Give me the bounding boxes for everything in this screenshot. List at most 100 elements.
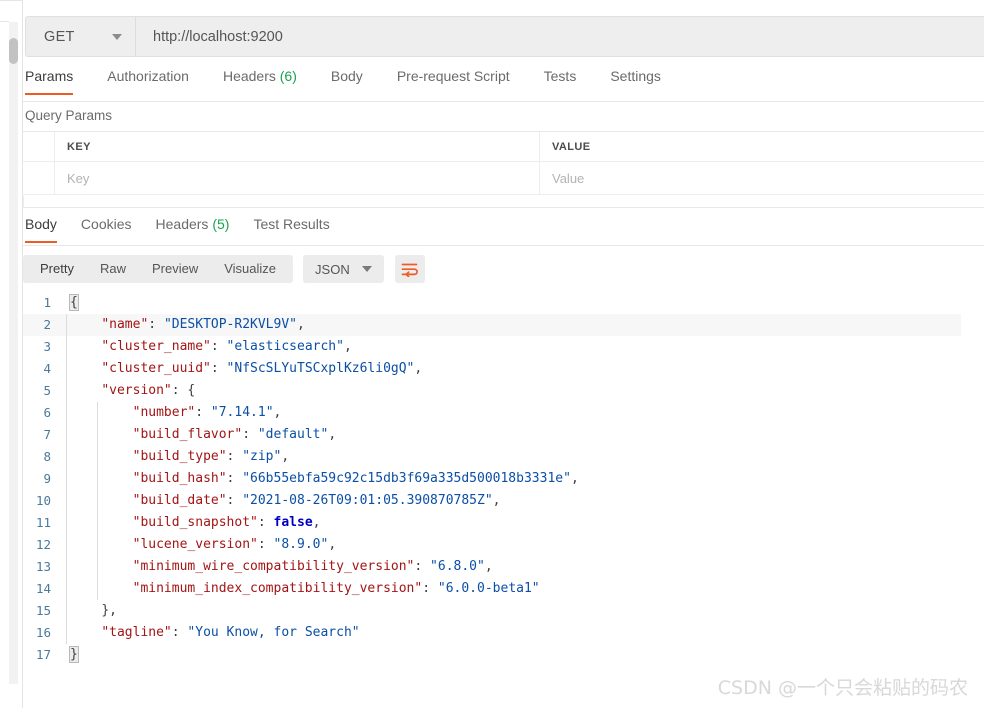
- code-line-text[interactable]: {: [62, 292, 79, 314]
- code-token: :: [422, 581, 438, 596]
- scrollbar-thumb[interactable]: [9, 38, 18, 64]
- code-line: 7 "build_flavor": "default",: [23, 424, 961, 446]
- url-input[interactable]: http://localhost:9200: [136, 17, 984, 56]
- response-tabs-divider: [23, 245, 984, 246]
- fold-guide: [66, 622, 67, 644]
- tab-test-results[interactable]: Test Results: [253, 216, 329, 243]
- fold-guide: [97, 490, 98, 512]
- code-token: "build_snapshot": [132, 515, 258, 530]
- tab-params[interactable]: Params: [25, 68, 74, 95]
- chevron-down-icon: [112, 33, 122, 40]
- fold-guide: [97, 402, 98, 424]
- code-line-text[interactable]: "cluster_uuid": "NfScSLYuTSCxplKz6li0gQ"…: [62, 358, 422, 380]
- fold-guide: [66, 490, 67, 512]
- code-line-text[interactable]: "build_flavor": "default",: [62, 424, 337, 446]
- view-mode-preview[interactable]: Preview: [139, 255, 211, 283]
- code-line-text[interactable]: "tagline": "You Know, for Search": [62, 622, 359, 644]
- format-dropdown-label: JSON: [315, 261, 350, 277]
- code-token: }: [69, 646, 79, 663]
- code-line-text[interactable]: }: [62, 644, 79, 666]
- request-tab-bar: Params Authorization Headers (6) Body Pr…: [23, 68, 984, 102]
- tab-pre-request-script[interactable]: Pre-request Script: [397, 68, 510, 95]
- header-checkbox-cell: [23, 132, 55, 161]
- scrollbar-track[interactable]: [9, 22, 18, 684]
- left-scrollbar[interactable]: [0, 0, 22, 708]
- code-token: {: [187, 383, 196, 398]
- code-token: {: [69, 294, 79, 311]
- code-token: :: [257, 537, 274, 552]
- code-line-text[interactable]: "version": {: [62, 380, 195, 402]
- param-key-input[interactable]: Key: [55, 162, 540, 194]
- line-number: 4: [43, 361, 51, 376]
- wrap-lines-button[interactable]: [394, 255, 425, 283]
- request-tabs-divider: [23, 101, 984, 102]
- fold-guide: [97, 578, 98, 600]
- tab-response-body[interactable]: Body: [25, 216, 57, 243]
- line-number: 7: [43, 427, 51, 442]
- tab-pre-request-script-label: Pre-request Script: [396, 68, 510, 84]
- tab-settings[interactable]: Settings: [610, 68, 661, 95]
- code-line-text[interactable]: "minimum_wire_compatibility_version": "6…: [62, 556, 493, 578]
- code-line-text[interactable]: "build_date": "2021-08-26T09:01:05.39087…: [62, 490, 501, 512]
- response-tab-bar: Body Cookies Headers (5) Test Results: [23, 216, 984, 246]
- http-method-dropdown[interactable]: GET: [26, 17, 136, 56]
- code-token: "default": [257, 427, 329, 442]
- view-mode-visualize[interactable]: Visualize: [211, 255, 289, 283]
- query-params-table: KEY VALUE Key Value: [23, 131, 984, 195]
- code-line: 8 "build_type": "zip",: [23, 446, 961, 468]
- code-token: "6.8.0": [430, 559, 485, 574]
- code-line-text[interactable]: "cluster_name": "elasticsearch",: [62, 336, 351, 358]
- tab-tests-label: Tests: [543, 68, 577, 84]
- code-token: :: [226, 449, 243, 464]
- table-header-row: KEY VALUE: [23, 132, 984, 162]
- format-dropdown[interactable]: JSON: [303, 255, 384, 283]
- code-token: ,: [414, 361, 423, 376]
- fold-guide: [97, 534, 98, 556]
- code-line: 14 "minimum_index_compatibility_version"…: [23, 578, 961, 600]
- watermark: CSDN @一个只会粘贴的码农: [717, 677, 968, 699]
- row-checkbox-cell[interactable]: [23, 162, 55, 194]
- line-number: 16: [35, 625, 51, 640]
- tab-authorization[interactable]: Authorization: [107, 68, 189, 95]
- tab-authorization-label: Authorization: [107, 68, 189, 84]
- code-line: 2 "name": "DESKTOP-R2KVL9V",: [23, 314, 961, 336]
- code-line-text[interactable]: "name": "DESKTOP-R2KVL9V",: [62, 314, 305, 336]
- fold-guide: [66, 314, 67, 336]
- tab-body[interactable]: Body: [331, 68, 363, 95]
- code-token: :: [148, 317, 164, 332]
- line-number: 12: [35, 537, 51, 552]
- code-token: ,: [273, 405, 282, 420]
- code-token: ,: [328, 427, 337, 442]
- code-line-text[interactable]: "minimum_index_compatibility_version": "…: [62, 578, 540, 600]
- line-number: 15: [35, 603, 51, 618]
- code-token: :: [226, 493, 243, 508]
- response-body-code[interactable]: 1{2 "name": "DESKTOP-R2KVL9V", 3 "cluster…: [23, 292, 961, 692]
- code-token: "66b55ebfa59c92c15db3f69a335d500018b3331…: [242, 471, 571, 486]
- table-row[interactable]: Key Value: [23, 162, 984, 195]
- tab-headers[interactable]: Headers (6): [223, 68, 297, 95]
- view-mode-raw[interactable]: Raw: [87, 255, 139, 283]
- line-number: 3: [43, 339, 51, 354]
- tab-cookies[interactable]: Cookies: [81, 216, 132, 243]
- code-line: 9 "build_hash": "66b55ebfa59c92c15db3f69…: [23, 468, 961, 490]
- code-line-text[interactable]: "build_snapshot": false,: [62, 512, 321, 534]
- param-value-input[interactable]: Value: [540, 162, 984, 194]
- tab-tests[interactable]: Tests: [544, 68, 577, 95]
- code-line-text[interactable]: },: [62, 600, 117, 622]
- tab-body-label: Body: [330, 68, 363, 84]
- code-token: "build_date": [132, 493, 227, 508]
- line-number: 5: [43, 383, 51, 398]
- view-mode-pretty[interactable]: Pretty: [27, 255, 87, 283]
- code-line-text[interactable]: "build_hash": "66b55ebfa59c92c15db3f69a3…: [62, 468, 579, 490]
- scrollbar-top-edge: [0, 0, 22, 1]
- tab-response-headers[interactable]: Headers (5): [156, 216, 230, 243]
- code-line-text[interactable]: "number": "7.14.1",: [62, 402, 282, 424]
- code-line: 10 "build_date": "2021-08-26T09:01:05.39…: [23, 490, 961, 512]
- code-line-text[interactable]: "lucene_version": "8.9.0",: [62, 534, 337, 556]
